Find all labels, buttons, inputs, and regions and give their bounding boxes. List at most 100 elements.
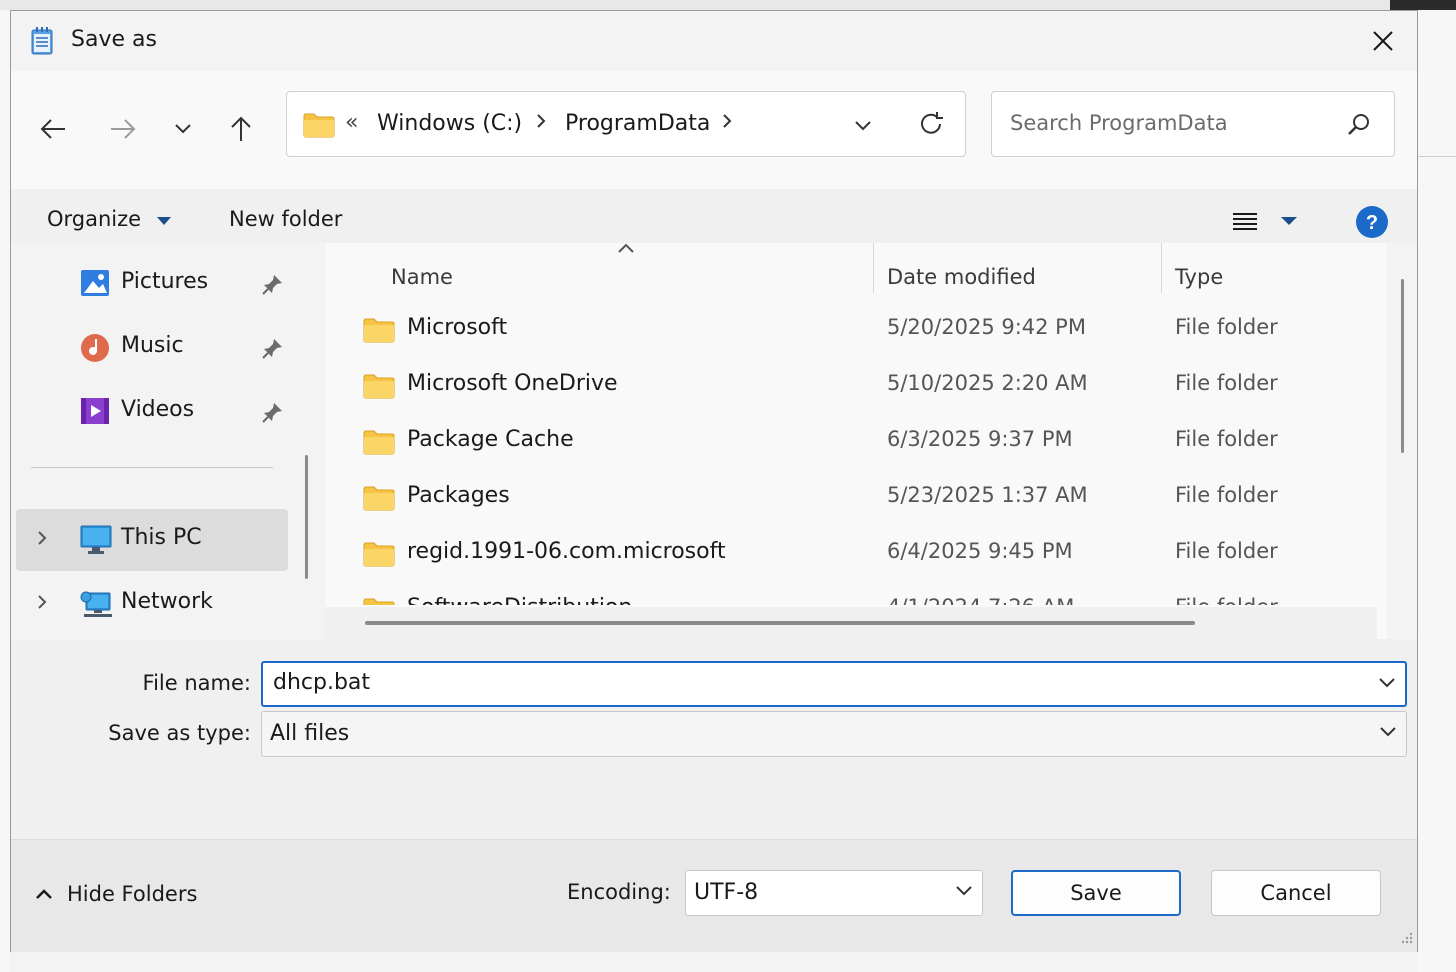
hide-folders-label: Hide Folders (67, 882, 198, 906)
save-as-type-value: All files (270, 721, 350, 746)
save-form: File name: Save as type: All files (11, 639, 1417, 839)
column-header-date-modified[interactable]: Date modified (887, 265, 1036, 289)
background-right-strip (1418, 10, 1456, 972)
save-as-dialog: Save as « Windows (C:) ProgramData Searc… (10, 10, 1418, 952)
pin-icon[interactable] (262, 273, 284, 299)
search-icon[interactable] (1346, 111, 1372, 141)
encoding-select[interactable]: UTF-8 (685, 870, 983, 916)
horizontal-scroll-thumb[interactable] (365, 621, 1195, 625)
chevron-down-icon (1378, 724, 1398, 743)
pin-icon[interactable] (262, 401, 284, 427)
pin-icon[interactable] (262, 337, 284, 363)
nav-item-label: Network (121, 589, 213, 614)
nav-pane-scrollbar[interactable] (305, 455, 308, 579)
file-name: Microsoft (407, 315, 508, 340)
nav-item-music[interactable]: Music (16, 317, 288, 379)
up-button[interactable] (221, 109, 261, 149)
background-left-strip (0, 10, 10, 972)
navigation-pane[interactable]: Pictures Music Videos This PC Network (11, 243, 308, 639)
nav-item-label: Pictures (121, 269, 209, 294)
file-row[interactable]: Packages 5/23/2025 1:37 AM File folder (355, 471, 1355, 527)
nav-item-network[interactable]: Network (16, 573, 288, 635)
file-row[interactable]: regid.1991-06.com.microsoft 6/4/2025 9:4… (355, 527, 1355, 583)
address-bar[interactable]: « Windows (C:) ProgramData (286, 91, 966, 157)
vertical-scroll-thumb[interactable] (1401, 279, 1404, 453)
notepad-icon (31, 27, 53, 55)
column-header-name[interactable]: Name (391, 265, 453, 289)
computer-icon (80, 525, 112, 559)
file-name-combobox[interactable] (261, 661, 1407, 707)
music-icon (80, 333, 110, 367)
command-toolbar: Organize New folder ? (11, 189, 1417, 251)
chevron-down-icon[interactable] (1377, 675, 1397, 694)
forward-button[interactable] (103, 109, 143, 149)
recent-locations-button[interactable] (163, 109, 203, 149)
chevron-down-icon (175, 124, 191, 134)
arrow-right-icon (111, 119, 136, 139)
address-history-icon[interactable] (853, 118, 873, 137)
nav-divider (31, 467, 273, 468)
caret-down-icon (156, 217, 171, 225)
file-name: regid.1991-06.com.microsoft (407, 539, 726, 564)
view-options-button[interactable] (1231, 211, 1301, 235)
help-icon: ? (1356, 206, 1388, 238)
file-type: File folder (1175, 595, 1278, 605)
file-name-input[interactable] (273, 670, 1353, 695)
network-icon (80, 589, 112, 623)
save-as-type-label: Save as type: (108, 721, 251, 745)
background-divider (1418, 156, 1456, 157)
details-view-icon (1233, 213, 1297, 230)
file-list[interactable]: Name Date modified Type Microsoft 5/20/2… (325, 243, 1387, 639)
expand-chevron-icon[interactable] (36, 529, 48, 551)
close-button[interactable] (1363, 21, 1403, 61)
file-row[interactable]: Microsoft 5/20/2025 9:42 PM File folder (355, 303, 1355, 359)
file-row[interactable]: Microsoft OneDrive 5/10/2025 2:20 AM Fil… (355, 359, 1355, 415)
folder-icon (303, 112, 335, 142)
horizontal-scrollbar[interactable] (325, 607, 1377, 639)
file-type: File folder (1175, 483, 1278, 507)
file-type: File folder (1175, 315, 1278, 339)
folder-icon (363, 373, 395, 403)
expand-chevron-icon[interactable] (36, 593, 48, 615)
crumb-windows-c[interactable]: Windows (C:) (377, 111, 522, 136)
file-date: 5/20/2025 9:42 PM (887, 315, 1086, 339)
address-overflow[interactable]: « (345, 110, 358, 135)
pictures-icon (80, 269, 110, 301)
save-as-type-select[interactable]: All files (261, 711, 1407, 757)
dialog-footer: Hide Folders Encoding: UTF-8 Save Cancel (11, 839, 1417, 952)
nav-item-pictures[interactable]: Pictures (16, 253, 288, 315)
column-separator[interactable] (1161, 243, 1162, 293)
folder-icon (363, 597, 395, 605)
file-name: SoftwareDistribution (407, 595, 632, 605)
dialog-title: Save as (71, 27, 157, 52)
search-input[interactable] (1008, 110, 1332, 136)
file-rows: Microsoft 5/20/2025 9:42 PM File folder … (325, 303, 1387, 605)
column-header-type[interactable]: Type (1175, 265, 1223, 289)
resize-grip-icon[interactable] (1399, 929, 1413, 948)
file-name: Microsoft OneDrive (407, 371, 618, 396)
new-folder-button[interactable]: New folder (229, 207, 342, 231)
crumb-programdata[interactable]: ProgramData (565, 111, 710, 136)
file-type: File folder (1175, 539, 1278, 563)
crumb-chevron-icon[interactable] (721, 110, 733, 135)
file-type: File folder (1175, 371, 1278, 395)
back-button[interactable] (33, 109, 73, 149)
hide-folders-button[interactable]: Hide Folders (35, 882, 197, 906)
save-button[interactable]: Save (1011, 870, 1181, 916)
title-bar: Save as (11, 11, 1417, 71)
folder-icon (363, 317, 395, 347)
cancel-button[interactable]: Cancel (1211, 870, 1381, 916)
nav-item-this-pc[interactable]: This PC (16, 509, 288, 571)
search-box[interactable] (991, 91, 1395, 157)
help-button[interactable]: ? (1355, 205, 1389, 243)
videos-icon (80, 397, 110, 429)
nav-item-label: Videos (121, 397, 195, 422)
vertical-scrollbar[interactable] (1387, 243, 1417, 611)
file-row[interactable]: SoftwareDistribution 4/1/2024 7:26 AM Fi… (355, 583, 1355, 605)
nav-item-videos[interactable]: Videos (16, 381, 288, 443)
folder-icon (363, 541, 395, 571)
file-row[interactable]: Package Cache 6/3/2025 9:37 PM File fold… (355, 415, 1355, 471)
refresh-icon[interactable] (917, 110, 945, 142)
organize-menu[interactable]: Organize (47, 207, 172, 231)
column-separator[interactable] (873, 243, 874, 293)
